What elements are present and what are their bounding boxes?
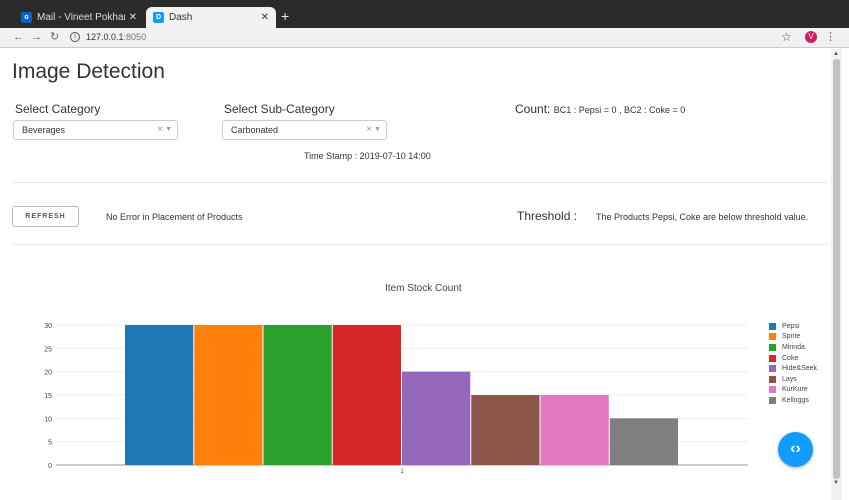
scroll-down-icon[interactable]: ▼ (833, 480, 839, 486)
legend-label: Kelloggs (782, 396, 809, 404)
scroll-up-icon[interactable]: ▲ (833, 51, 839, 57)
legend-item[interactable]: Lays (769, 374, 817, 385)
bar-kelloggs (609, 418, 678, 465)
y-tick-label: 10 (44, 416, 52, 423)
legend-label: Lays (782, 375, 797, 383)
dev-tools-button[interactable]: ‹› (778, 432, 813, 467)
y-tick-label: 0 (48, 463, 52, 470)
bar-lays (471, 395, 540, 465)
legend-swatch (769, 386, 776, 394)
bar-mirinda (263, 325, 332, 465)
legend-swatch (769, 365, 776, 373)
legend-swatch (769, 354, 776, 362)
legend-swatch (769, 396, 776, 404)
bar-kurkure (540, 395, 609, 465)
legend-swatch (769, 375, 776, 383)
legend-item[interactable]: Sprite (769, 332, 817, 343)
y-tick-label: 20 (44, 370, 52, 377)
scrollbar[interactable]: ▲ ▼ (831, 49, 842, 500)
legend-item[interactable]: Pepsi (769, 321, 817, 332)
legend-label: KurKure (782, 386, 808, 394)
bar-pepsi (125, 325, 194, 465)
y-tick-label: 25 (44, 346, 52, 353)
legend-swatch (769, 343, 776, 351)
x-tick-label: 1 (400, 469, 404, 475)
legend-swatch (769, 333, 776, 341)
legend-label: Hide&Seek (782, 365, 818, 373)
bar-hide-seek (402, 371, 471, 465)
legend-swatch (769, 322, 776, 330)
legend-label: Coke (782, 354, 799, 362)
legend-item[interactable]: KurKure (769, 385, 817, 396)
legend-item[interactable]: Hide&Seek (769, 363, 817, 374)
scroll-thumb[interactable] (833, 59, 840, 479)
legend-item[interactable]: Mirinda (769, 342, 817, 353)
legend-label: Pepsi (782, 322, 800, 330)
y-tick-label: 5 (48, 440, 52, 447)
legend-label: Sprite (782, 333, 801, 341)
y-tick-label: 30 (44, 323, 52, 330)
chart-legend: Pepsi Sprite Mirinda Coke Hide&Seek Lays KurKu… (769, 321, 817, 406)
y-tick-label: 15 (44, 393, 52, 400)
bar-chart: 0 5 10 15 20 25 30 1 (44, 323, 748, 475)
bar-coke (332, 325, 401, 465)
bar-sprite (194, 325, 263, 465)
legend-item[interactable]: Kelloggs (769, 395, 817, 406)
legend-label: Mirinda (782, 343, 805, 351)
legend-item[interactable]: Coke (769, 353, 817, 364)
